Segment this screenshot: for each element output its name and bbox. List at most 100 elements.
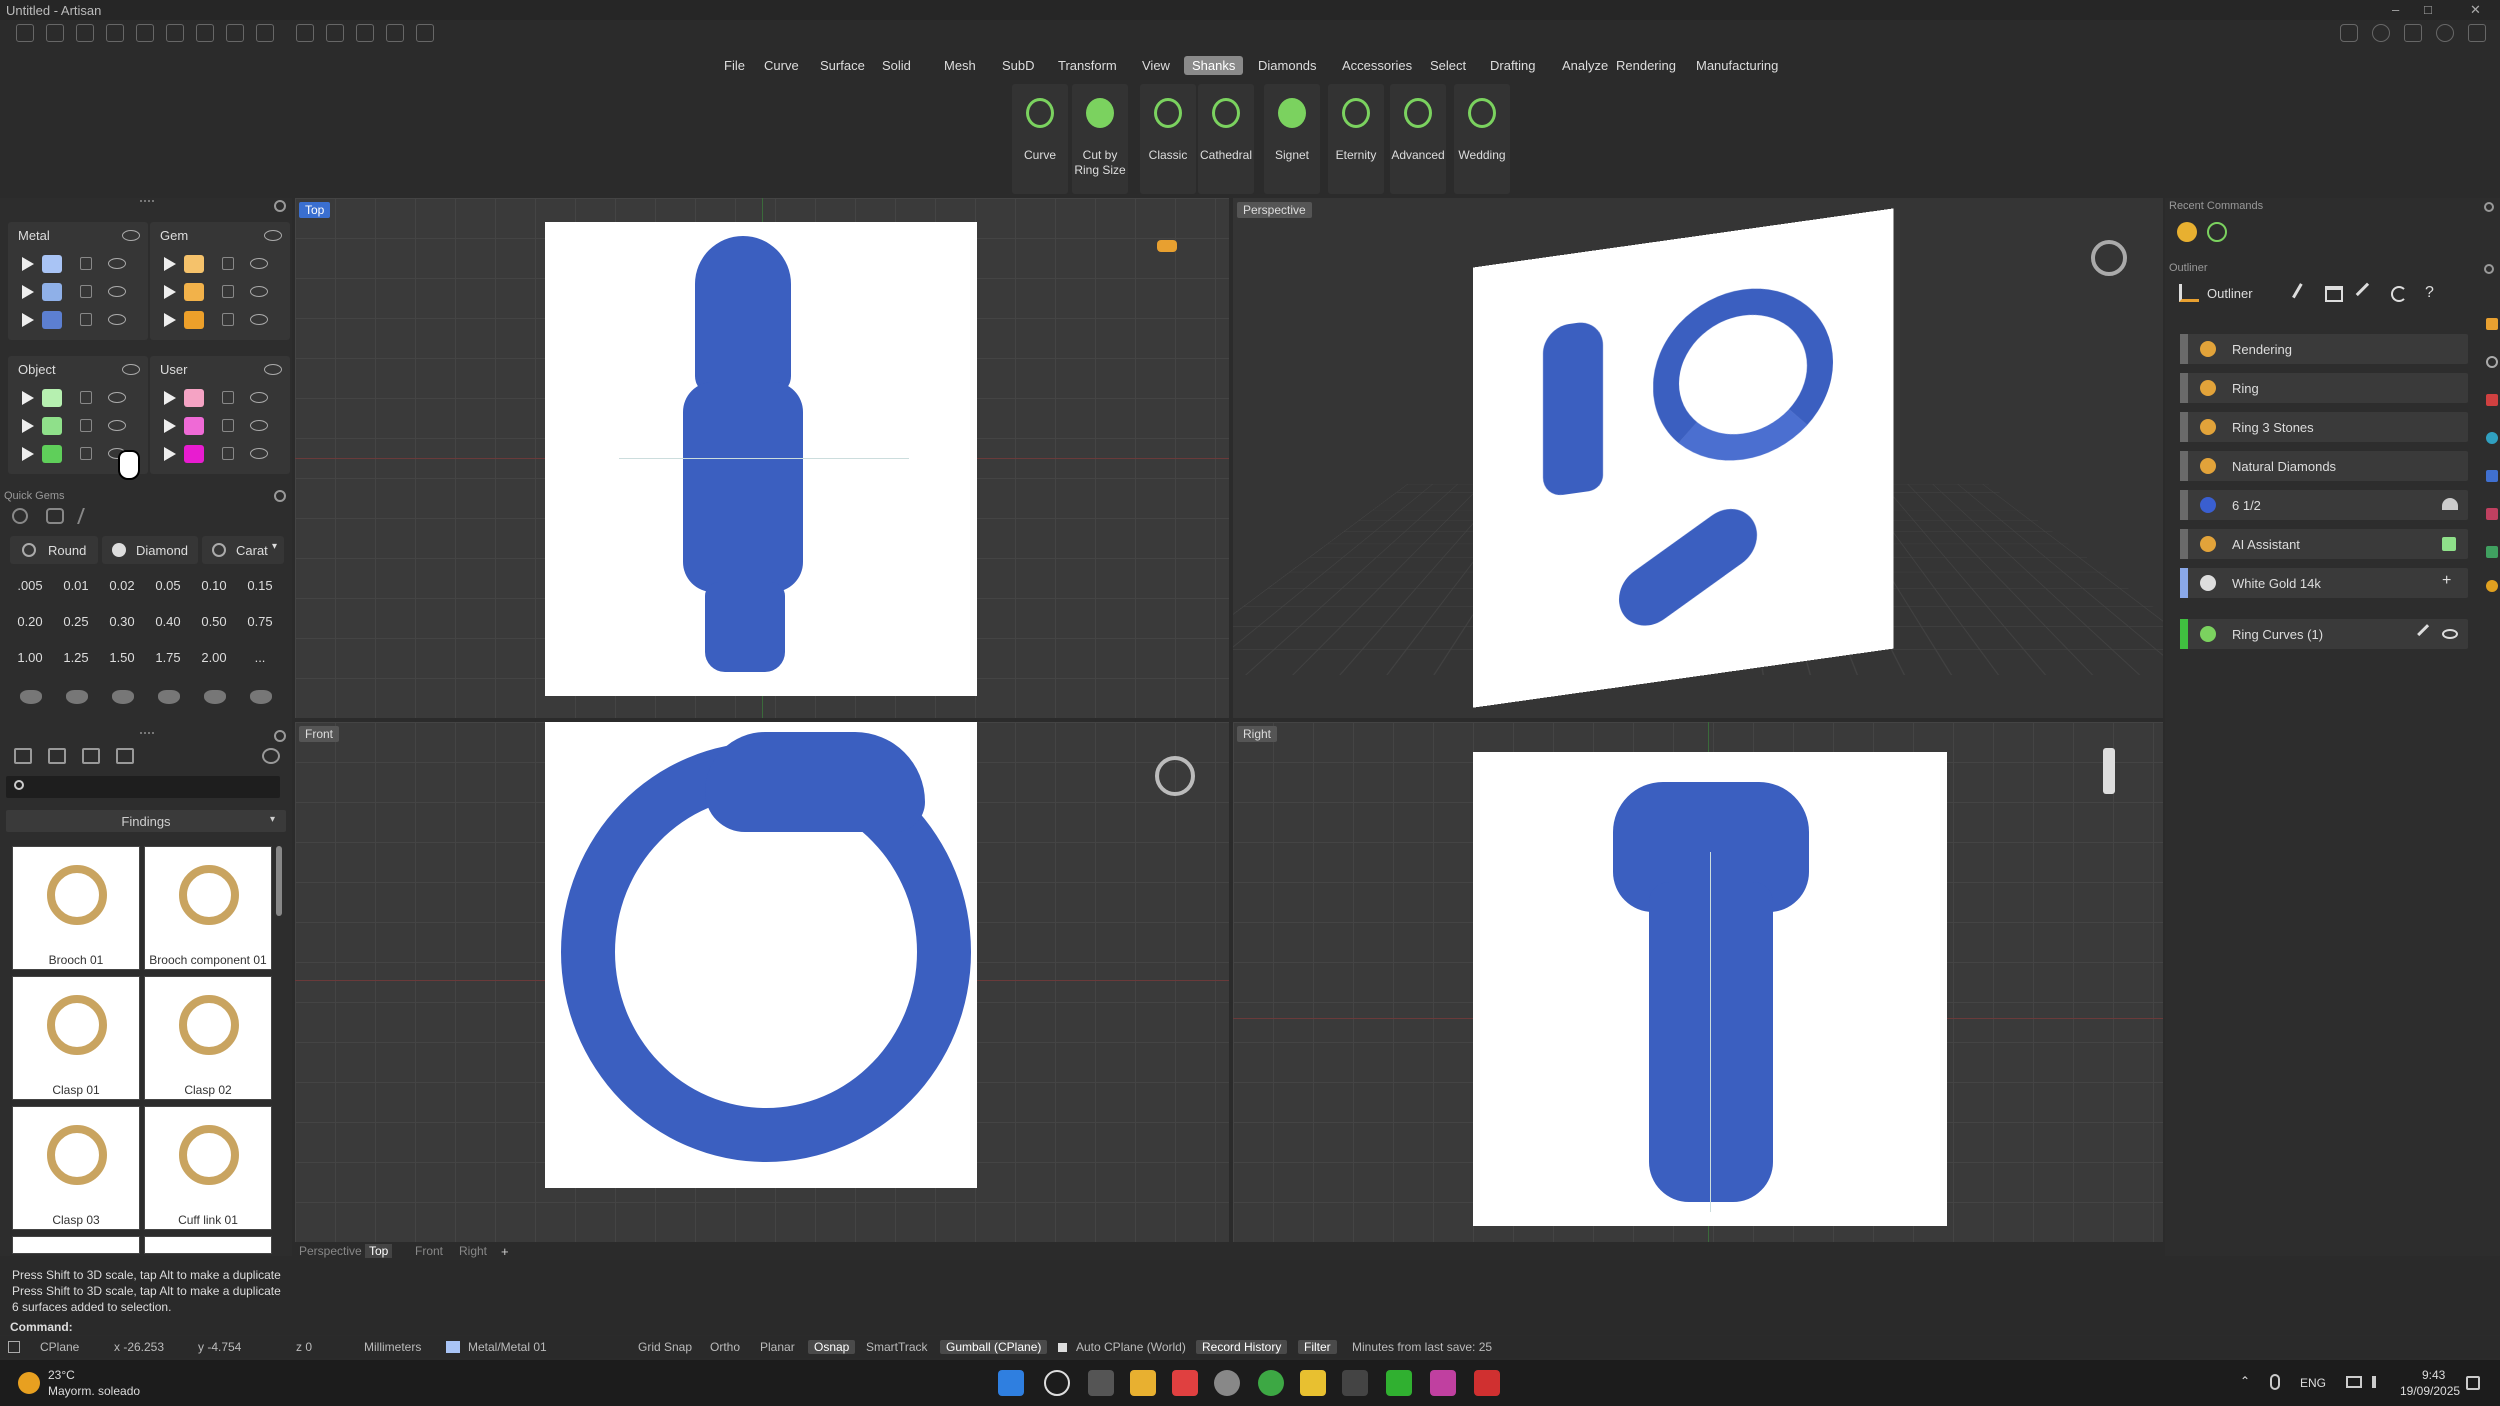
- layer-color-swatch[interactable]: [184, 389, 204, 407]
- ring-preview-icon[interactable]: [1155, 756, 1195, 796]
- library-scrollbar[interactable]: [276, 846, 282, 916]
- status-cplane[interactable]: CPlane: [40, 1340, 79, 1354]
- auto-cplane-toggle[interactable]: Auto CPlane (World): [1076, 1340, 1186, 1354]
- app-icon-5[interactable]: [1474, 1370, 1500, 1396]
- gem-cut-icon[interactable]: [158, 690, 180, 704]
- folder-refresh-icon[interactable]: [82, 748, 100, 764]
- status-layer[interactable]: Metal/Metal 01: [468, 1340, 547, 1354]
- layer-color-swatch[interactable]: [42, 389, 62, 407]
- volume-icon[interactable]: [2372, 1376, 2386, 1388]
- lock-icon[interactable]: [222, 419, 234, 432]
- expand-icon[interactable]: [22, 257, 34, 271]
- figma-icon[interactable]: [1430, 1370, 1456, 1396]
- gem-settings-icon[interactable]: [12, 508, 28, 524]
- ortho-toggle[interactable]: Ortho: [710, 1340, 740, 1354]
- drag-handle[interactable]: [140, 732, 154, 736]
- move-icon[interactable]: [386, 24, 404, 42]
- layer-row[interactable]: [8, 386, 148, 410]
- gem-size-button[interactable]: 0.50: [192, 608, 236, 636]
- tool-icon-1[interactable]: [2486, 318, 2498, 330]
- lock-icon[interactable]: [222, 313, 234, 326]
- visibility-icon[interactable]: [122, 364, 140, 375]
- menu-subd[interactable]: SubD: [994, 56, 1043, 75]
- viewport-tab-perspective[interactable]: Perspective: [295, 1244, 366, 1258]
- redo-icon[interactable]: [166, 24, 184, 42]
- outliner-row[interactable]: Rendering: [2180, 334, 2468, 364]
- expand-icon[interactable]: [22, 313, 34, 327]
- tool-icon-4[interactable]: [2486, 432, 2498, 444]
- expand-icon[interactable]: [164, 419, 176, 433]
- expand-icon[interactable]: [22, 447, 34, 461]
- visibility-icon[interactable]: [108, 392, 126, 403]
- menu-file[interactable]: File: [716, 56, 753, 75]
- layer-row[interactable]: [150, 414, 290, 438]
- chrome-icon[interactable]: [1258, 1370, 1284, 1396]
- weather-icon[interactable]: [18, 1372, 40, 1394]
- measure-icon[interactable]: [296, 24, 314, 42]
- viewport-label-front[interactable]: Front: [299, 726, 340, 742]
- filter-toggle[interactable]: Filter: [1298, 1340, 1337, 1354]
- grid-view-icon[interactable]: [116, 748, 134, 764]
- help-icon[interactable]: [2436, 24, 2454, 42]
- viewport-label-perspective[interactable]: Perspective: [1237, 202, 1312, 218]
- layer-row[interactable]: [150, 252, 290, 276]
- layer-row[interactable]: [150, 442, 290, 466]
- visibility-icon[interactable]: [250, 314, 268, 325]
- layer-color-swatch[interactable]: [184, 417, 204, 435]
- layer-color-swatch[interactable]: [42, 283, 62, 301]
- mic-icon[interactable]: [2270, 1374, 2280, 1390]
- lock-icon[interactable]: [80, 257, 92, 270]
- lock-icon[interactable]: [80, 313, 92, 326]
- visibility-icon[interactable]: [264, 230, 282, 241]
- rotate-icon[interactable]: [356, 24, 374, 42]
- status-units[interactable]: Millimeters: [364, 1340, 421, 1354]
- lock-icon[interactable]: [222, 447, 234, 460]
- gem-size-button[interactable]: 1.75: [146, 644, 190, 672]
- osnap-toggle[interactable]: Osnap: [808, 1340, 856, 1354]
- tool-icon-8[interactable]: [2486, 580, 2498, 592]
- folder-icon[interactable]: [48, 748, 66, 764]
- tool-icon-5[interactable]: [2486, 470, 2498, 482]
- viewport-tab-front[interactable]: Front: [411, 1244, 447, 1258]
- gem-size-button[interactable]: 0.02: [100, 572, 144, 600]
- gem-size-button[interactable]: ...: [238, 644, 282, 672]
- import-icon[interactable]: [106, 24, 124, 42]
- tool-icon-6[interactable]: [2486, 508, 2498, 520]
- tool-icon-3[interactable]: [2486, 394, 2498, 406]
- visibility-icon[interactable]: [2442, 629, 2458, 639]
- ring-preview-icon[interactable]: [2091, 240, 2127, 276]
- menu-analyze[interactable]: Analyze: [1554, 56, 1616, 75]
- filter-icon[interactable]: [262, 748, 280, 764]
- expand-icon[interactable]: [22, 419, 34, 433]
- gem-cut-icon[interactable]: [20, 690, 42, 704]
- recent-command-curve-icon[interactable]: [2207, 222, 2227, 242]
- view-cube-icon[interactable]: [1157, 240, 1177, 252]
- layer-color-swatch[interactable]: [184, 283, 204, 301]
- edit-icon[interactable]: [2417, 624, 2437, 644]
- expand-icon[interactable]: [22, 285, 34, 299]
- menu-manufacturing[interactable]: Manufacturing: [1688, 56, 1786, 75]
- library-category-dropdown[interactable]: Findings ▾: [6, 810, 286, 832]
- layer-row[interactable]: [8, 280, 148, 304]
- tool-signet[interactable]: Signet: [1264, 84, 1320, 194]
- menu-curve[interactable]: Curve: [756, 56, 807, 75]
- gem-size-button[interactable]: 0.40: [146, 608, 190, 636]
- library-item[interactable]: [12, 1236, 140, 1254]
- menu-diamonds[interactable]: Diamonds: [1250, 56, 1325, 75]
- menu-shanks[interactable]: Shanks: [1184, 56, 1244, 75]
- layer-row[interactable]: [150, 386, 290, 410]
- visibility-icon[interactable]: [108, 286, 126, 297]
- command-input[interactable]: [80, 1318, 2480, 1334]
- gem-unit-dropdown[interactable]: Carat ▾: [202, 536, 284, 564]
- expand-icon[interactable]: [164, 391, 176, 405]
- drag-handle[interactable]: [140, 200, 154, 204]
- task-view-icon[interactable]: [1088, 1370, 1114, 1396]
- viewport-perspective[interactable]: Perspective: [1233, 198, 2163, 718]
- visibility-icon[interactable]: [250, 448, 268, 459]
- visibility-icon[interactable]: [122, 230, 140, 241]
- close-button[interactable]: ✕: [2470, 2, 2481, 18]
- gem-size-button[interactable]: 0.15: [238, 572, 282, 600]
- gem-size-button[interactable]: 0.25: [54, 608, 98, 636]
- tray-chevron-icon[interactable]: ⌃: [2240, 1374, 2250, 1388]
- scale-icon[interactable]: [2325, 286, 2343, 302]
